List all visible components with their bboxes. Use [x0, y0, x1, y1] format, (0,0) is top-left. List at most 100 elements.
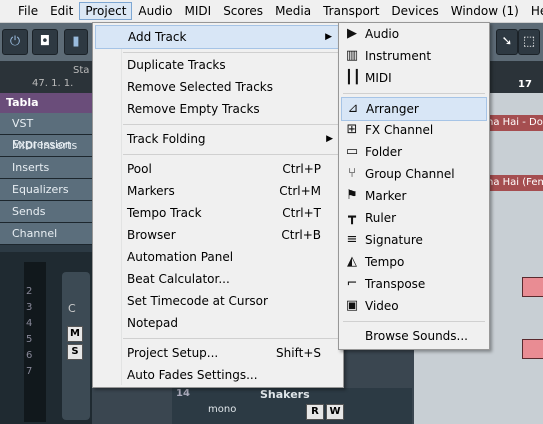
- menu-item-label: Instrument: [365, 49, 432, 63]
- add-track-tempo[interactable]: ◭ Tempo: [341, 251, 487, 273]
- inspector-section[interactable]: MIDI Inserts: [0, 135, 92, 157]
- menu-item-label: Marker: [365, 189, 407, 203]
- tempo-icon: ◭: [347, 254, 357, 269]
- inspector-section[interactable]: Inserts: [0, 157, 92, 179]
- track-header-shakers[interactable]: 14 Shakers mono R W: [172, 388, 412, 424]
- constrain-icon[interactable]: ◘: [32, 29, 58, 55]
- arranger-icon: ⊿: [347, 101, 359, 116]
- add-track-group-channel[interactable]: ⑂ Group Channel: [341, 163, 487, 185]
- folder-icon: ▭: [345, 144, 359, 159]
- menu-item-shortcut: Ctrl+B: [281, 228, 321, 242]
- menu-item-remove-empty-tracks[interactable]: Remove Empty Tracks: [95, 98, 341, 120]
- menu-item-shortcut: Ctrl+T: [282, 206, 321, 220]
- menu-item-shortcut: Ctrl+P: [282, 162, 321, 176]
- menu-item-label: Duplicate Tracks: [127, 58, 226, 72]
- menu-item-label: Arranger: [366, 102, 419, 116]
- add-track-audio[interactable]: ▶ Audio: [341, 23, 487, 45]
- menu-item-shortcut: Shift+S: [276, 346, 321, 360]
- menu-item-label: Browse Sounds...: [365, 329, 468, 343]
- menu-item-auto-fades-settings[interactable]: Auto Fades Settings...: [95, 364, 341, 386]
- menu-item-beat-calculator[interactable]: Beat Calculator...: [95, 268, 341, 290]
- menu-item-automation-panel[interactable]: Automation Panel: [95, 246, 341, 268]
- power-icon[interactable]: ⏻: [2, 29, 28, 55]
- menu-edit[interactable]: Edit: [44, 2, 79, 20]
- menu-transport[interactable]: Transport: [317, 2, 385, 20]
- menu-item-browser[interactable]: Browser Ctrl+B: [95, 224, 341, 246]
- menu-item-label: Transpose: [365, 277, 426, 291]
- audio-event[interactable]: na Hai (Fem: [484, 175, 543, 191]
- write-button[interactable]: W: [326, 404, 344, 420]
- cubase-logo-icon[interactable]: [4, 4, 8, 18]
- track-mode: mono: [208, 404, 237, 415]
- add-track-midi[interactable]: ┃┃ MIDI: [341, 67, 487, 89]
- submenu-arrow-icon: ▶: [326, 134, 333, 144]
- menu-audio[interactable]: Audio: [132, 2, 178, 20]
- menu-scores[interactable]: Scores: [217, 2, 269, 20]
- solo-button[interactable]: S: [67, 344, 83, 360]
- submenu-arrow-icon: ▶: [325, 32, 332, 42]
- menu-bar: File Edit Project Audio MIDI Scores Medi…: [0, 0, 543, 23]
- read-button[interactable]: R: [306, 404, 324, 420]
- add-track-fx-channel[interactable]: ⊞ FX Channel: [341, 119, 487, 141]
- add-track-browse-sounds[interactable]: Browse Sounds...: [341, 325, 487, 347]
- menu-item-set-timecode[interactable]: Set Timecode at Cursor: [95, 290, 341, 312]
- inspector-section[interactable]: Sends: [0, 201, 92, 223]
- video-icon: ▣: [345, 298, 359, 313]
- menu-help[interactable]: Help: [525, 2, 543, 20]
- add-track-folder[interactable]: ▭ Folder: [341, 141, 487, 163]
- add-track-transpose[interactable]: ⌐ Transpose: [341, 273, 487, 295]
- menu-item-label: Add Track: [128, 30, 187, 44]
- menu-item-pool[interactable]: Pool Ctrl+P: [95, 158, 341, 180]
- menu-item-label: Remove Selected Tracks: [127, 80, 273, 94]
- menu-item-label: Group Channel: [365, 167, 455, 181]
- ruler-position: 47. 1. 1.: [32, 78, 74, 89]
- menu-item-label: MIDI: [365, 71, 392, 85]
- menu-item-add-track[interactable]: Add Track ▶: [95, 25, 341, 49]
- fx-channel-icon: ⊞: [346, 122, 358, 137]
- bar-number: 17: [518, 79, 532, 90]
- pointer-tool-icon[interactable]: ➘: [496, 29, 518, 55]
- menu-item-tempo-track[interactable]: Tempo Track Ctrl+T: [95, 202, 341, 224]
- track-name: Shakers: [260, 388, 310, 401]
- midi-part[interactable]: [522, 277, 543, 297]
- menu-media[interactable]: Media: [269, 2, 317, 20]
- inspector-section[interactable]: VST Expression: [0, 113, 92, 151]
- meter-scale: 4: [26, 318, 33, 329]
- inspector-section[interactable]: Channel: [0, 223, 92, 245]
- add-track-instrument[interactable]: ▥ Instrument: [341, 45, 487, 67]
- range-tool-icon[interactable]: ⬚: [518, 29, 540, 55]
- menu-item-label: Notepad: [127, 316, 178, 330]
- menu-window[interactable]: Window (1): [445, 2, 525, 20]
- meter-scale: 6: [26, 350, 33, 361]
- menu-item-markers[interactable]: Markers Ctrl+M: [95, 180, 341, 202]
- menu-item-notepad[interactable]: Notepad: [95, 312, 341, 334]
- menu-item-label: Automation Panel: [127, 250, 234, 264]
- menu-item-remove-selected-tracks[interactable]: Remove Selected Tracks: [95, 76, 341, 98]
- menu-item-track-folding[interactable]: Track Folding ▶: [95, 128, 341, 150]
- midi-part[interactable]: [522, 339, 543, 359]
- audio-event[interactable]: na Hai - Dove: [484, 115, 543, 131]
- add-track-arranger[interactable]: ⊿ Arranger: [341, 97, 487, 121]
- menu-devices[interactable]: Devices: [385, 2, 444, 20]
- inspector-track-name[interactable]: Tabla: [0, 93, 92, 113]
- inspector-toggle-icon[interactable]: ▮: [64, 29, 88, 55]
- inspector-section[interactable]: Equalizers: [0, 179, 92, 201]
- menu-item-label: Markers: [127, 184, 175, 198]
- menu-item-label: Video: [365, 299, 399, 313]
- add-track-submenu: ▶ Audio ▥ Instrument ┃┃ MIDI ⊿ Arranger …: [338, 22, 490, 350]
- menu-item-duplicate-tracks[interactable]: Duplicate Tracks: [95, 54, 341, 76]
- signature-icon: ≡: [346, 232, 358, 247]
- add-track-video[interactable]: ▣ Video: [341, 295, 487, 317]
- add-track-marker[interactable]: ⚑ Marker: [341, 185, 487, 207]
- menu-item-label: Beat Calculator...: [127, 272, 230, 286]
- channel-strip: C M S: [0, 252, 92, 424]
- menu-midi[interactable]: MIDI: [179, 2, 218, 20]
- add-track-signature[interactable]: ≡ Signature: [341, 229, 487, 251]
- mute-button[interactable]: M: [67, 326, 83, 342]
- group-channel-icon: ⑂: [348, 166, 356, 181]
- menu-item-label: Project Setup...: [127, 346, 219, 360]
- add-track-ruler[interactable]: ┳ Ruler: [341, 207, 487, 229]
- menu-item-project-setup[interactable]: Project Setup... Shift+S: [95, 342, 341, 364]
- menu-file[interactable]: File: [12, 2, 44, 20]
- menu-project[interactable]: Project: [79, 2, 133, 20]
